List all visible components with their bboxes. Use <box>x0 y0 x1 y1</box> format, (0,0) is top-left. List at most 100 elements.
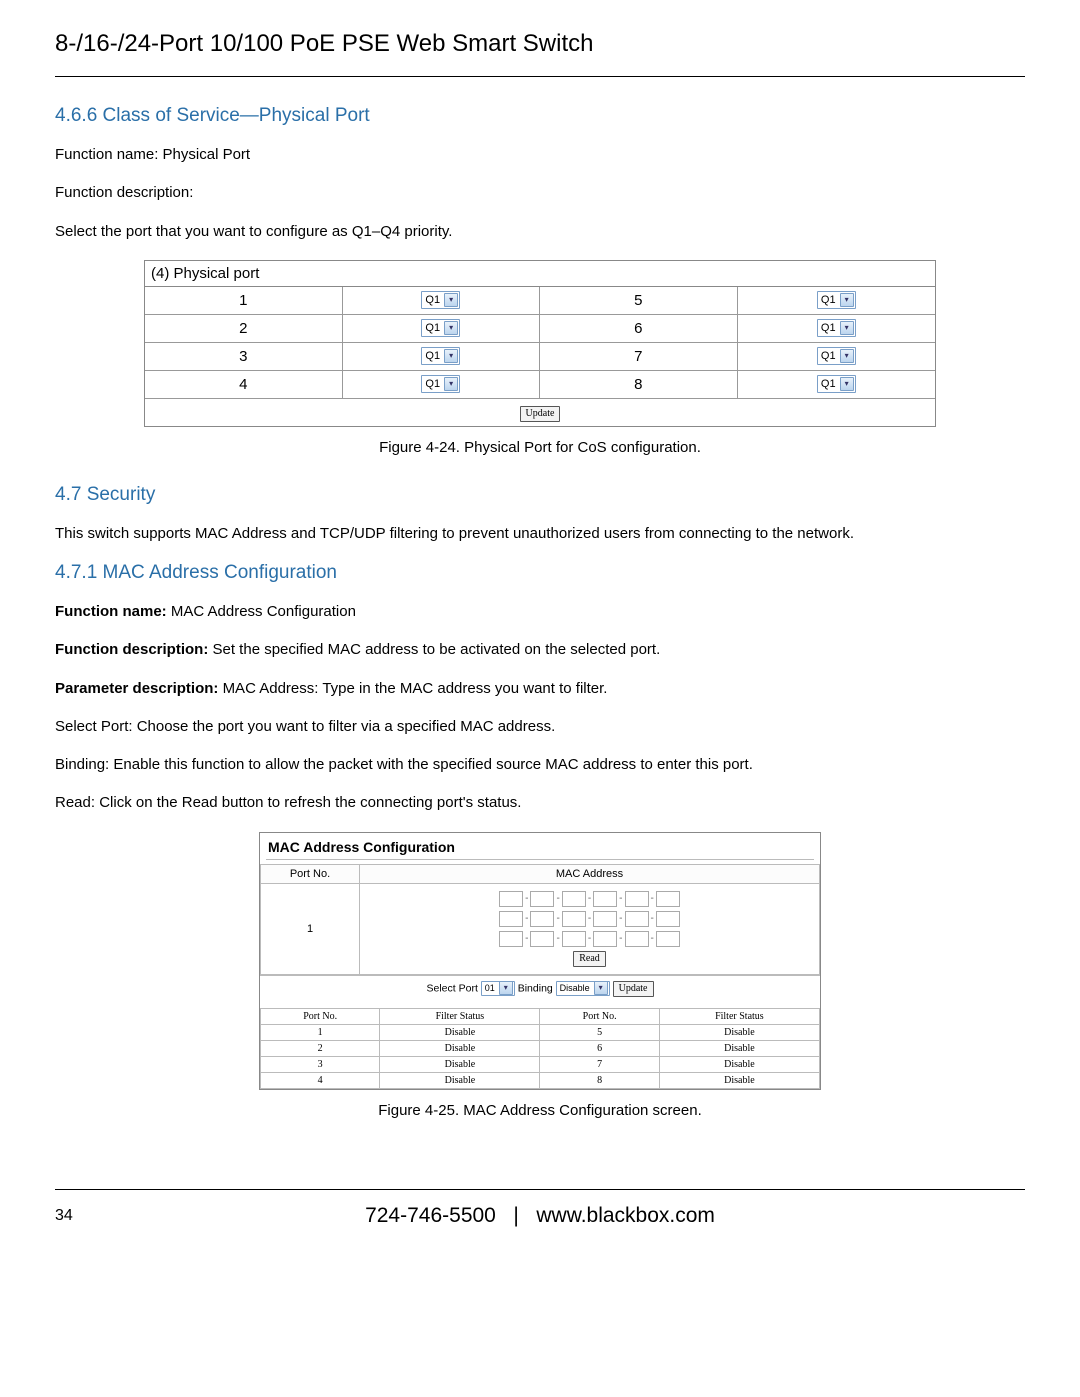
chevron-down-icon: ▾ <box>840 377 854 391</box>
port-number: 3 <box>145 343 343 371</box>
mac-octet-input[interactable] <box>656 891 680 907</box>
mac-update-button[interactable]: Update <box>613 981 654 997</box>
priority-dropdown[interactable]: Q1▾ <box>421 375 460 393</box>
priority-dropdown[interactable]: Q1▾ <box>817 347 856 365</box>
mac-octet-input[interactable] <box>562 911 586 927</box>
status-cell: Disable <box>380 1057 540 1073</box>
dash-separator: - <box>556 893 559 904</box>
mac-octet-input[interactable] <box>625 931 649 947</box>
sec47-text: This switch supports MAC Address and TCP… <box>55 524 1025 544</box>
chevron-down-icon: ▾ <box>499 981 513 995</box>
dash-separator: - <box>588 933 591 944</box>
mac-octet-input[interactable] <box>593 891 617 907</box>
priority-dropdown[interactable]: Q1▾ <box>421 319 460 337</box>
priority-dropdown[interactable]: Q1 ▾ <box>817 319 856 337</box>
mac-octet-input[interactable] <box>499 891 523 907</box>
status-header: Port No. <box>261 1009 380 1025</box>
mac-hdr-mac: MAC Address <box>360 864 820 883</box>
status-cell: 7 <box>540 1057 659 1073</box>
priority-value: Q1 <box>821 321 836 335</box>
chevron-down-icon: ▾ <box>840 293 854 307</box>
mac-octet-input[interactable] <box>625 891 649 907</box>
fn-desc-val: Set the specified MAC address to be acti… <box>213 641 661 658</box>
select-port-dropdown[interactable]: 01 ▾ <box>481 981 515 996</box>
read-button[interactable]: Read <box>573 951 606 967</box>
port-number: 7 <box>540 343 738 371</box>
mac-octet-input[interactable] <box>593 931 617 947</box>
mac-octet-input[interactable] <box>530 911 554 927</box>
priority-dropdown[interactable]: Q1 ▾ <box>817 375 856 393</box>
select-port-text: Select Port: Choose the port you want to… <box>55 717 1025 737</box>
mac-octet-input[interactable] <box>625 911 649 927</box>
priority-value: Q1 <box>425 293 440 307</box>
figure-caption-1: Figure 4-24. Physical Port for CoS confi… <box>55 439 1025 456</box>
fn-name-val: MAC Address Configuration <box>171 603 356 620</box>
chevron-down-icon: ▾ <box>840 321 854 335</box>
status-cell: 2 <box>261 1041 380 1057</box>
port-number: 4 <box>145 371 343 399</box>
chevron-down-icon: ▾ <box>444 321 458 335</box>
mac-config-panel: MAC Address Configuration Port No. MAC A… <box>259 832 821 1091</box>
priority-dropdown[interactable]: Q1▾ <box>421 291 460 309</box>
mac-title-rule <box>266 859 814 860</box>
dash-separator: - <box>651 933 654 944</box>
priority-dropdown[interactable]: Q1▾ <box>421 347 460 365</box>
fn-name-466: Function name: Physical Port <box>55 145 1025 165</box>
mac-octet-input[interactable] <box>593 911 617 927</box>
binding-dropdown[interactable]: Disable ▾ <box>556 981 610 996</box>
doc-title: 8-/16-/24-Port 10/100 PoE PSE Web Smart … <box>55 30 1025 58</box>
footer-sep: | <box>513 1204 518 1227</box>
heading-466: 4.6.6 Class of Service—Physical Port <box>55 105 1025 127</box>
fn-desc-label: Function description: <box>55 641 213 658</box>
pp-title: (4) Physical port <box>145 261 935 287</box>
status-cell: Disable <box>659 1057 819 1073</box>
mac-octet-input[interactable] <box>562 931 586 947</box>
port-number: 1 <box>145 287 343 315</box>
mac-hdr-portno: Port No. <box>261 864 360 883</box>
mac-controls: Select Port 01 ▾ Binding Disable ▾ Updat… <box>260 975 820 1003</box>
dash-separator: - <box>651 913 654 924</box>
chevron-down-icon: ▾ <box>444 349 458 363</box>
page-number: 34 <box>55 1207 115 1225</box>
status-cell: Disable <box>659 1073 819 1089</box>
chevron-down-icon: ▾ <box>594 981 608 995</box>
port-number: 5 <box>540 287 738 315</box>
priority-dropdown[interactable]: Q1 ▾ <box>817 291 856 309</box>
dash-separator: - <box>588 893 591 904</box>
port-number: 2 <box>145 315 343 343</box>
top-rule <box>55 76 1025 77</box>
mac-octet-input[interactable] <box>530 891 554 907</box>
dash-separator: - <box>588 913 591 924</box>
status-cell: 8 <box>540 1073 659 1089</box>
mac-octet-input[interactable] <box>656 931 680 947</box>
mac-port-val: 1 <box>261 883 360 974</box>
status-cell: Disable <box>659 1041 819 1057</box>
dash-separator: - <box>651 893 654 904</box>
priority-value: Q1 <box>425 377 440 391</box>
bottom-rule <box>55 1189 1025 1190</box>
update-button[interactable]: Update <box>520 406 561 422</box>
port-number: 8 <box>540 371 738 399</box>
select-text-466: Select the port that you want to configu… <box>55 222 1025 242</box>
mac-octet-input[interactable] <box>499 911 523 927</box>
mac-octet-input[interactable] <box>562 891 586 907</box>
dash-separator: - <box>619 933 622 944</box>
select-port-label: Select Port <box>427 982 478 994</box>
mac-octet-input[interactable] <box>656 911 680 927</box>
mac-title: MAC Address Configuration <box>260 833 820 859</box>
param-desc-471: Parameter description: MAC Address: Type… <box>55 679 1025 699</box>
status-cell: Disable <box>380 1025 540 1041</box>
dash-separator: - <box>619 893 622 904</box>
dash-separator: - <box>556 913 559 924</box>
mac-octet-input[interactable] <box>530 931 554 947</box>
status-header: Filter Status <box>659 1009 819 1025</box>
status-cell: Disable <box>659 1025 819 1041</box>
fn-desc-471: Function description: Set the specified … <box>55 640 1025 660</box>
status-cell: Disable <box>380 1073 540 1089</box>
footer-url: www.blackbox.com <box>536 1204 715 1227</box>
mac-octet-input[interactable] <box>499 931 523 947</box>
priority-value: Q1 <box>821 377 836 391</box>
dash-separator: - <box>525 913 528 924</box>
priority-value: Q1 <box>821 293 836 307</box>
priority-value: Q1 <box>821 349 836 363</box>
